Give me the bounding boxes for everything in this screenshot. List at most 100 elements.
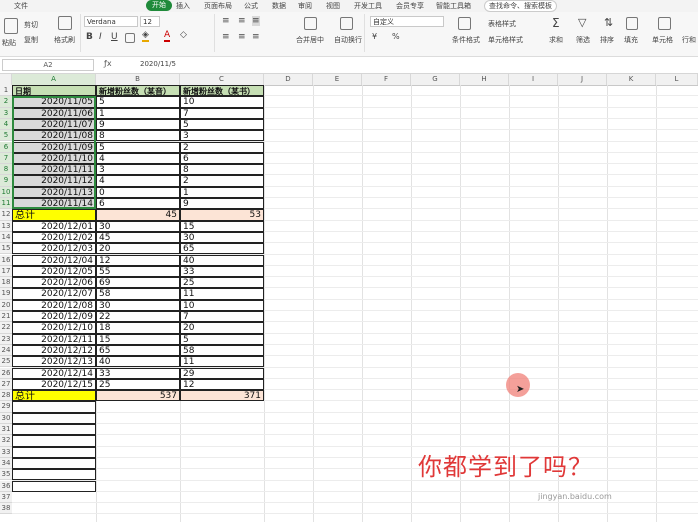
value-cell-douyin[interactable]: 3: [96, 164, 180, 176]
fill-color-icon[interactable]: ◈: [142, 30, 149, 42]
align-right-icon[interactable]: ≡: [252, 32, 260, 42]
row-header-27[interactable]: 27: [0, 378, 12, 391]
empty-bordered-cell[interactable]: [12, 469, 96, 481]
underline-button[interactable]: U: [111, 32, 118, 42]
value-cell-douyin[interactable]: 55: [96, 265, 180, 278]
date-cell[interactable]: 2020/12/08: [12, 299, 96, 311]
row-header-23[interactable]: 23: [0, 333, 12, 345]
row-header-37[interactable]: 37: [0, 491, 12, 504]
value-cell-xiaohongshu[interactable]: 65: [180, 243, 264, 255]
value-cell-xiaohongshu[interactable]: 2: [180, 175, 264, 187]
menu-item-7[interactable]: 视图: [326, 1, 340, 11]
date-cell[interactable]: 2020/11/09: [12, 141, 96, 153]
value-cell-douyin[interactable]: 12: [96, 254, 180, 266]
border-icon[interactable]: [125, 33, 135, 43]
value-cell-douyin[interactable]: 4: [96, 152, 180, 165]
format-painter-button[interactable]: 格式刷: [54, 35, 75, 45]
fill-button[interactable]: 填充: [624, 35, 638, 45]
value-cell-douyin[interactable]: 69: [96, 277, 180, 289]
row-header-22[interactable]: 22: [0, 322, 12, 334]
row-header-2[interactable]: 2: [0, 96, 12, 108]
date-cell[interactable]: 2020/12/06: [12, 277, 96, 289]
total-value-cell[interactable]: 537: [96, 390, 180, 402]
row-header-20[interactable]: 20: [0, 299, 12, 311]
date-cell[interactable]: 2020/12/11: [12, 333, 96, 345]
date-cell[interactable]: 2020/11/10: [12, 152, 96, 165]
row-header-1[interactable]: 1: [0, 85, 12, 97]
row-header-11[interactable]: 11: [0, 198, 12, 210]
date-cell[interactable]: 2020/12/03: [12, 243, 96, 255]
value-cell-xiaohongshu[interactable]: 11: [180, 356, 264, 368]
row-header-5[interactable]: 5: [0, 130, 12, 142]
value-cell-douyin[interactable]: 33: [96, 367, 180, 379]
align-top-icon[interactable]: ≡: [222, 16, 230, 26]
value-cell-douyin[interactable]: 15: [96, 333, 180, 345]
value-cell-xiaohongshu[interactable]: 5: [180, 118, 264, 131]
align-bottom-icon[interactable]: ≡: [252, 16, 260, 26]
column-header-K[interactable]: K: [607, 74, 656, 85]
currency-button[interactable]: ¥: [372, 32, 377, 41]
empty-bordered-cell[interactable]: [12, 480, 96, 492]
total-value-cell[interactable]: 371: [180, 390, 264, 402]
row-header-28[interactable]: 28: [0, 390, 12, 402]
value-cell-xiaohongshu[interactable]: 30: [180, 231, 264, 244]
date-cell[interactable]: 2020/12/12: [12, 344, 96, 357]
column-header-A[interactable]: A: [12, 74, 96, 85]
value-cell-xiaohongshu[interactable]: 7: [180, 107, 264, 119]
row-header-6[interactable]: 6: [0, 141, 12, 153]
row-header-35[interactable]: 35: [0, 469, 12, 481]
row-header-36[interactable]: 36: [0, 480, 12, 492]
total-label-cell[interactable]: 总计: [12, 209, 96, 221]
value-cell-xiaohongshu[interactable]: 2: [180, 141, 264, 153]
value-cell-xiaohongshu[interactable]: 1: [180, 186, 264, 198]
value-cell-douyin[interactable]: 30: [96, 220, 180, 232]
sum-button[interactable]: 求和: [549, 35, 563, 45]
date-cell[interactable]: 2020/12/15: [12, 378, 96, 391]
date-cell[interactable]: 2020/11/11: [12, 164, 96, 176]
value-cell-douyin[interactable]: 0: [96, 186, 180, 198]
sort-icon[interactable]: ⇅: [604, 16, 613, 29]
menu-item-3[interactable]: 页面布局: [204, 1, 232, 11]
table-style-button[interactable]: 表格样式: [488, 19, 516, 29]
font-name-select[interactable]: Verdana: [84, 16, 138, 27]
value-cell-douyin[interactable]: 9: [96, 118, 180, 131]
row-header-26[interactable]: 26: [0, 367, 12, 379]
date-cell[interactable]: 2020/12/01: [12, 220, 96, 232]
formula-input[interactable]: 2020/11/5: [140, 60, 176, 68]
empty-bordered-cell[interactable]: [12, 457, 96, 470]
value-cell-xiaohongshu[interactable]: 5: [180, 333, 264, 345]
value-cell-douyin[interactable]: 45: [96, 231, 180, 244]
value-cell-douyin[interactable]: 5: [96, 141, 180, 153]
filter-icon[interactable]: ▽: [578, 16, 586, 29]
value-cell-xiaohongshu[interactable]: 8: [180, 164, 264, 176]
select-all-corner[interactable]: [0, 74, 12, 85]
italic-button[interactable]: I: [99, 32, 102, 42]
fx-icon[interactable]: ƒx: [104, 59, 112, 68]
total-value-cell[interactable]: 53: [180, 209, 264, 221]
font-size-select[interactable]: 12: [140, 16, 160, 27]
total-value-cell[interactable]: 45: [96, 209, 180, 221]
value-cell-douyin[interactable]: 8: [96, 130, 180, 142]
row-header-33[interactable]: 33: [0, 446, 12, 458]
row-header-16[interactable]: 16: [0, 254, 12, 266]
header-cell[interactable]: 新增粉丝数（某音）: [96, 85, 180, 97]
clear-format-icon[interactable]: ◇: [180, 30, 187, 40]
column-header-E[interactable]: E: [313, 74, 362, 85]
value-cell-xiaohongshu[interactable]: 12: [180, 378, 264, 391]
date-cell[interactable]: 2020/11/06: [12, 107, 96, 119]
column-header-H[interactable]: H: [460, 74, 509, 85]
column-header-D[interactable]: D: [264, 74, 313, 85]
cond-format-button[interactable]: 条件格式: [452, 35, 480, 45]
menu-item-2[interactable]: 插入: [176, 1, 190, 11]
date-cell[interactable]: 2020/12/09: [12, 311, 96, 323]
column-header-J[interactable]: J: [558, 74, 607, 85]
menu-item-5[interactable]: 数据: [272, 1, 286, 11]
menu-item-0[interactable]: 文件: [14, 1, 28, 11]
row-header-15[interactable]: 15: [0, 243, 12, 255]
row-header-8[interactable]: 8: [0, 164, 12, 176]
merge-icon[interactable]: [304, 17, 317, 30]
column-header-C[interactable]: C: [180, 74, 264, 85]
cell-style-button[interactable]: 单元格样式: [488, 35, 523, 45]
row-header-18[interactable]: 18: [0, 277, 12, 289]
value-cell-douyin[interactable]: 30: [96, 299, 180, 311]
